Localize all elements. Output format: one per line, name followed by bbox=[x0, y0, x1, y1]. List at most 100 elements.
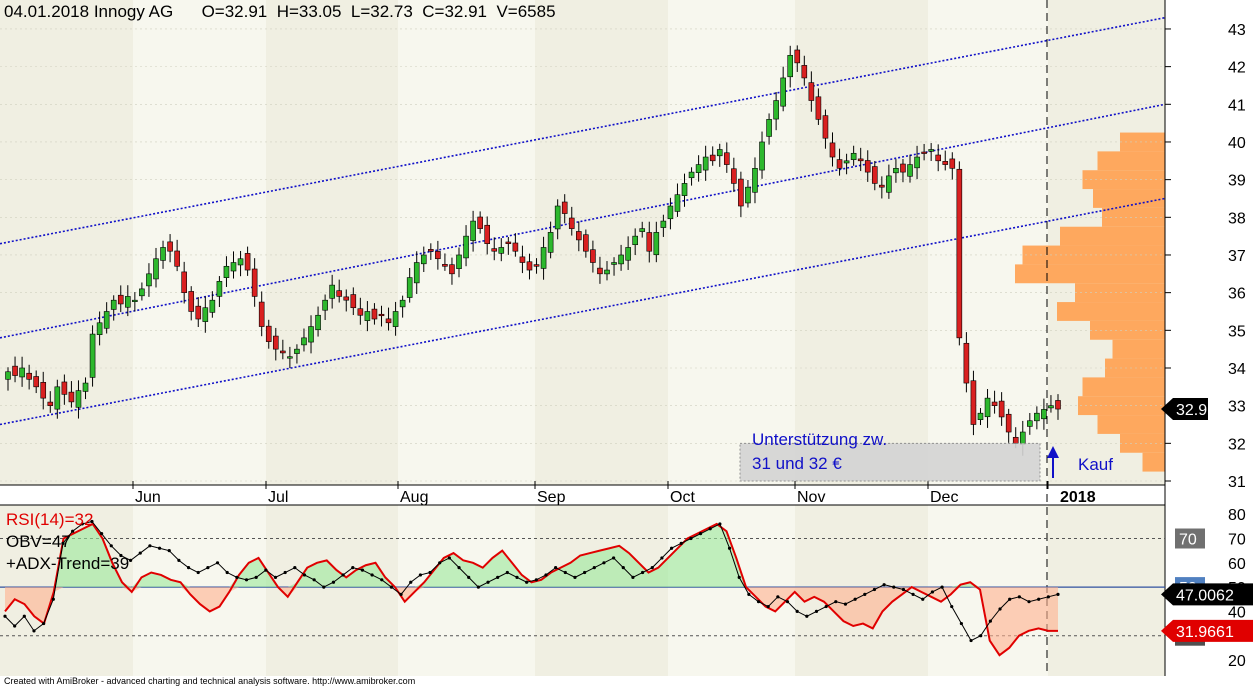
candle-body bbox=[921, 151, 927, 154]
candle-body bbox=[153, 258, 159, 280]
obv-point bbox=[766, 604, 770, 609]
support-label-2: 31 und 32 € bbox=[752, 454, 842, 473]
obv-point bbox=[331, 580, 336, 584]
candle-body bbox=[329, 284, 335, 299]
ind-tick-label: 70 bbox=[1228, 532, 1246, 549]
candle-body bbox=[33, 376, 39, 388]
candle-body bbox=[237, 258, 244, 266]
obv-point bbox=[254, 575, 258, 579]
obv-point bbox=[273, 575, 278, 579]
profile-bar bbox=[1097, 151, 1165, 171]
obv-point bbox=[167, 549, 171, 553]
obv-point bbox=[621, 566, 625, 570]
y-tick-label: 37 bbox=[1228, 248, 1246, 265]
obv-point bbox=[13, 624, 17, 628]
y-tick-label: 43 bbox=[1228, 22, 1246, 39]
candle-body bbox=[611, 262, 617, 265]
obv-point bbox=[1046, 595, 1050, 599]
candle-body bbox=[660, 220, 667, 228]
candle-body bbox=[188, 291, 195, 312]
obv-point bbox=[824, 604, 828, 609]
candle-body bbox=[512, 242, 519, 252]
obv-point bbox=[805, 614, 809, 618]
candle-body bbox=[745, 186, 751, 204]
candle-body bbox=[294, 348, 300, 354]
obv-point bbox=[843, 602, 848, 606]
obv-point bbox=[640, 570, 645, 575]
obv-point bbox=[177, 558, 181, 562]
obv-point bbox=[785, 600, 790, 604]
footer-credit: Created with AmiBroker - advanced charti… bbox=[4, 676, 416, 686]
obv-point bbox=[51, 597, 55, 601]
obv-point bbox=[583, 570, 587, 575]
obv-point bbox=[370, 573, 374, 577]
candle-body bbox=[716, 149, 723, 157]
candle-body bbox=[202, 307, 209, 322]
obv-point bbox=[1027, 600, 1031, 604]
candle-body bbox=[463, 235, 469, 259]
candle-body bbox=[117, 294, 124, 305]
obv-point bbox=[22, 614, 26, 618]
candle-body bbox=[561, 201, 568, 214]
candle-body bbox=[456, 254, 462, 269]
y-tick-label: 41 bbox=[1228, 97, 1246, 114]
candle-body bbox=[667, 205, 674, 220]
candle-body bbox=[420, 254, 427, 265]
candle-body bbox=[984, 397, 991, 418]
obv-point bbox=[679, 541, 683, 545]
header-name: Innogy AG bbox=[93, 2, 174, 21]
obv-point bbox=[959, 621, 963, 626]
candle-body bbox=[272, 335, 279, 350]
candle-body bbox=[40, 382, 47, 399]
candle-body bbox=[991, 401, 998, 406]
obv-point bbox=[911, 592, 915, 596]
candle-body bbox=[547, 232, 554, 253]
x-tick-label: Jun bbox=[135, 489, 161, 506]
y-tick-label: 34 bbox=[1228, 361, 1246, 378]
candle-body bbox=[258, 301, 265, 327]
candle-body bbox=[181, 271, 187, 293]
candle-body bbox=[174, 250, 180, 267]
obv-point bbox=[196, 570, 200, 575]
obv-point bbox=[631, 575, 635, 579]
candle-body bbox=[794, 49, 801, 64]
profile-bar bbox=[1060, 226, 1165, 246]
x-tick-label: 2018 bbox=[1060, 489, 1096, 506]
candle-body bbox=[773, 100, 779, 120]
candle-body bbox=[1034, 412, 1040, 422]
candle-body bbox=[442, 264, 448, 267]
obv-point bbox=[1008, 597, 1012, 601]
candle-body bbox=[385, 318, 392, 324]
ind-tick-label: 60 bbox=[1228, 556, 1246, 573]
obv-point bbox=[1017, 595, 1021, 599]
profile-bar bbox=[1057, 302, 1165, 321]
obv-point bbox=[892, 585, 896, 589]
obv-point bbox=[718, 522, 722, 526]
obv-point bbox=[71, 529, 75, 533]
candle-body bbox=[766, 119, 772, 137]
rsi-label: RSI(14)=32 bbox=[6, 510, 94, 529]
month-band bbox=[668, 0, 795, 485]
candle-body bbox=[5, 371, 11, 380]
x-tick-label: Jul bbox=[268, 489, 288, 506]
candle-body bbox=[1041, 409, 1047, 420]
candle-body bbox=[350, 294, 357, 309]
candle-body bbox=[886, 175, 892, 193]
candle-body bbox=[371, 308, 378, 320]
candle-body bbox=[738, 178, 744, 207]
obv-point bbox=[476, 585, 480, 589]
candle-body bbox=[554, 205, 561, 230]
candle-body bbox=[723, 152, 730, 165]
buy-label: Kauf bbox=[1078, 455, 1113, 474]
obv-point bbox=[438, 561, 442, 565]
candle-body bbox=[505, 241, 512, 244]
candle-body bbox=[850, 152, 857, 160]
candle-body bbox=[343, 296, 350, 301]
y-tick-label: 31 bbox=[1228, 474, 1246, 491]
candle-body bbox=[688, 171, 695, 179]
candle-body bbox=[1027, 420, 1033, 427]
obv-point bbox=[264, 568, 268, 572]
candle-body bbox=[54, 386, 61, 410]
candle-body bbox=[900, 163, 906, 173]
obv-label: OBV=47 bbox=[6, 532, 71, 551]
